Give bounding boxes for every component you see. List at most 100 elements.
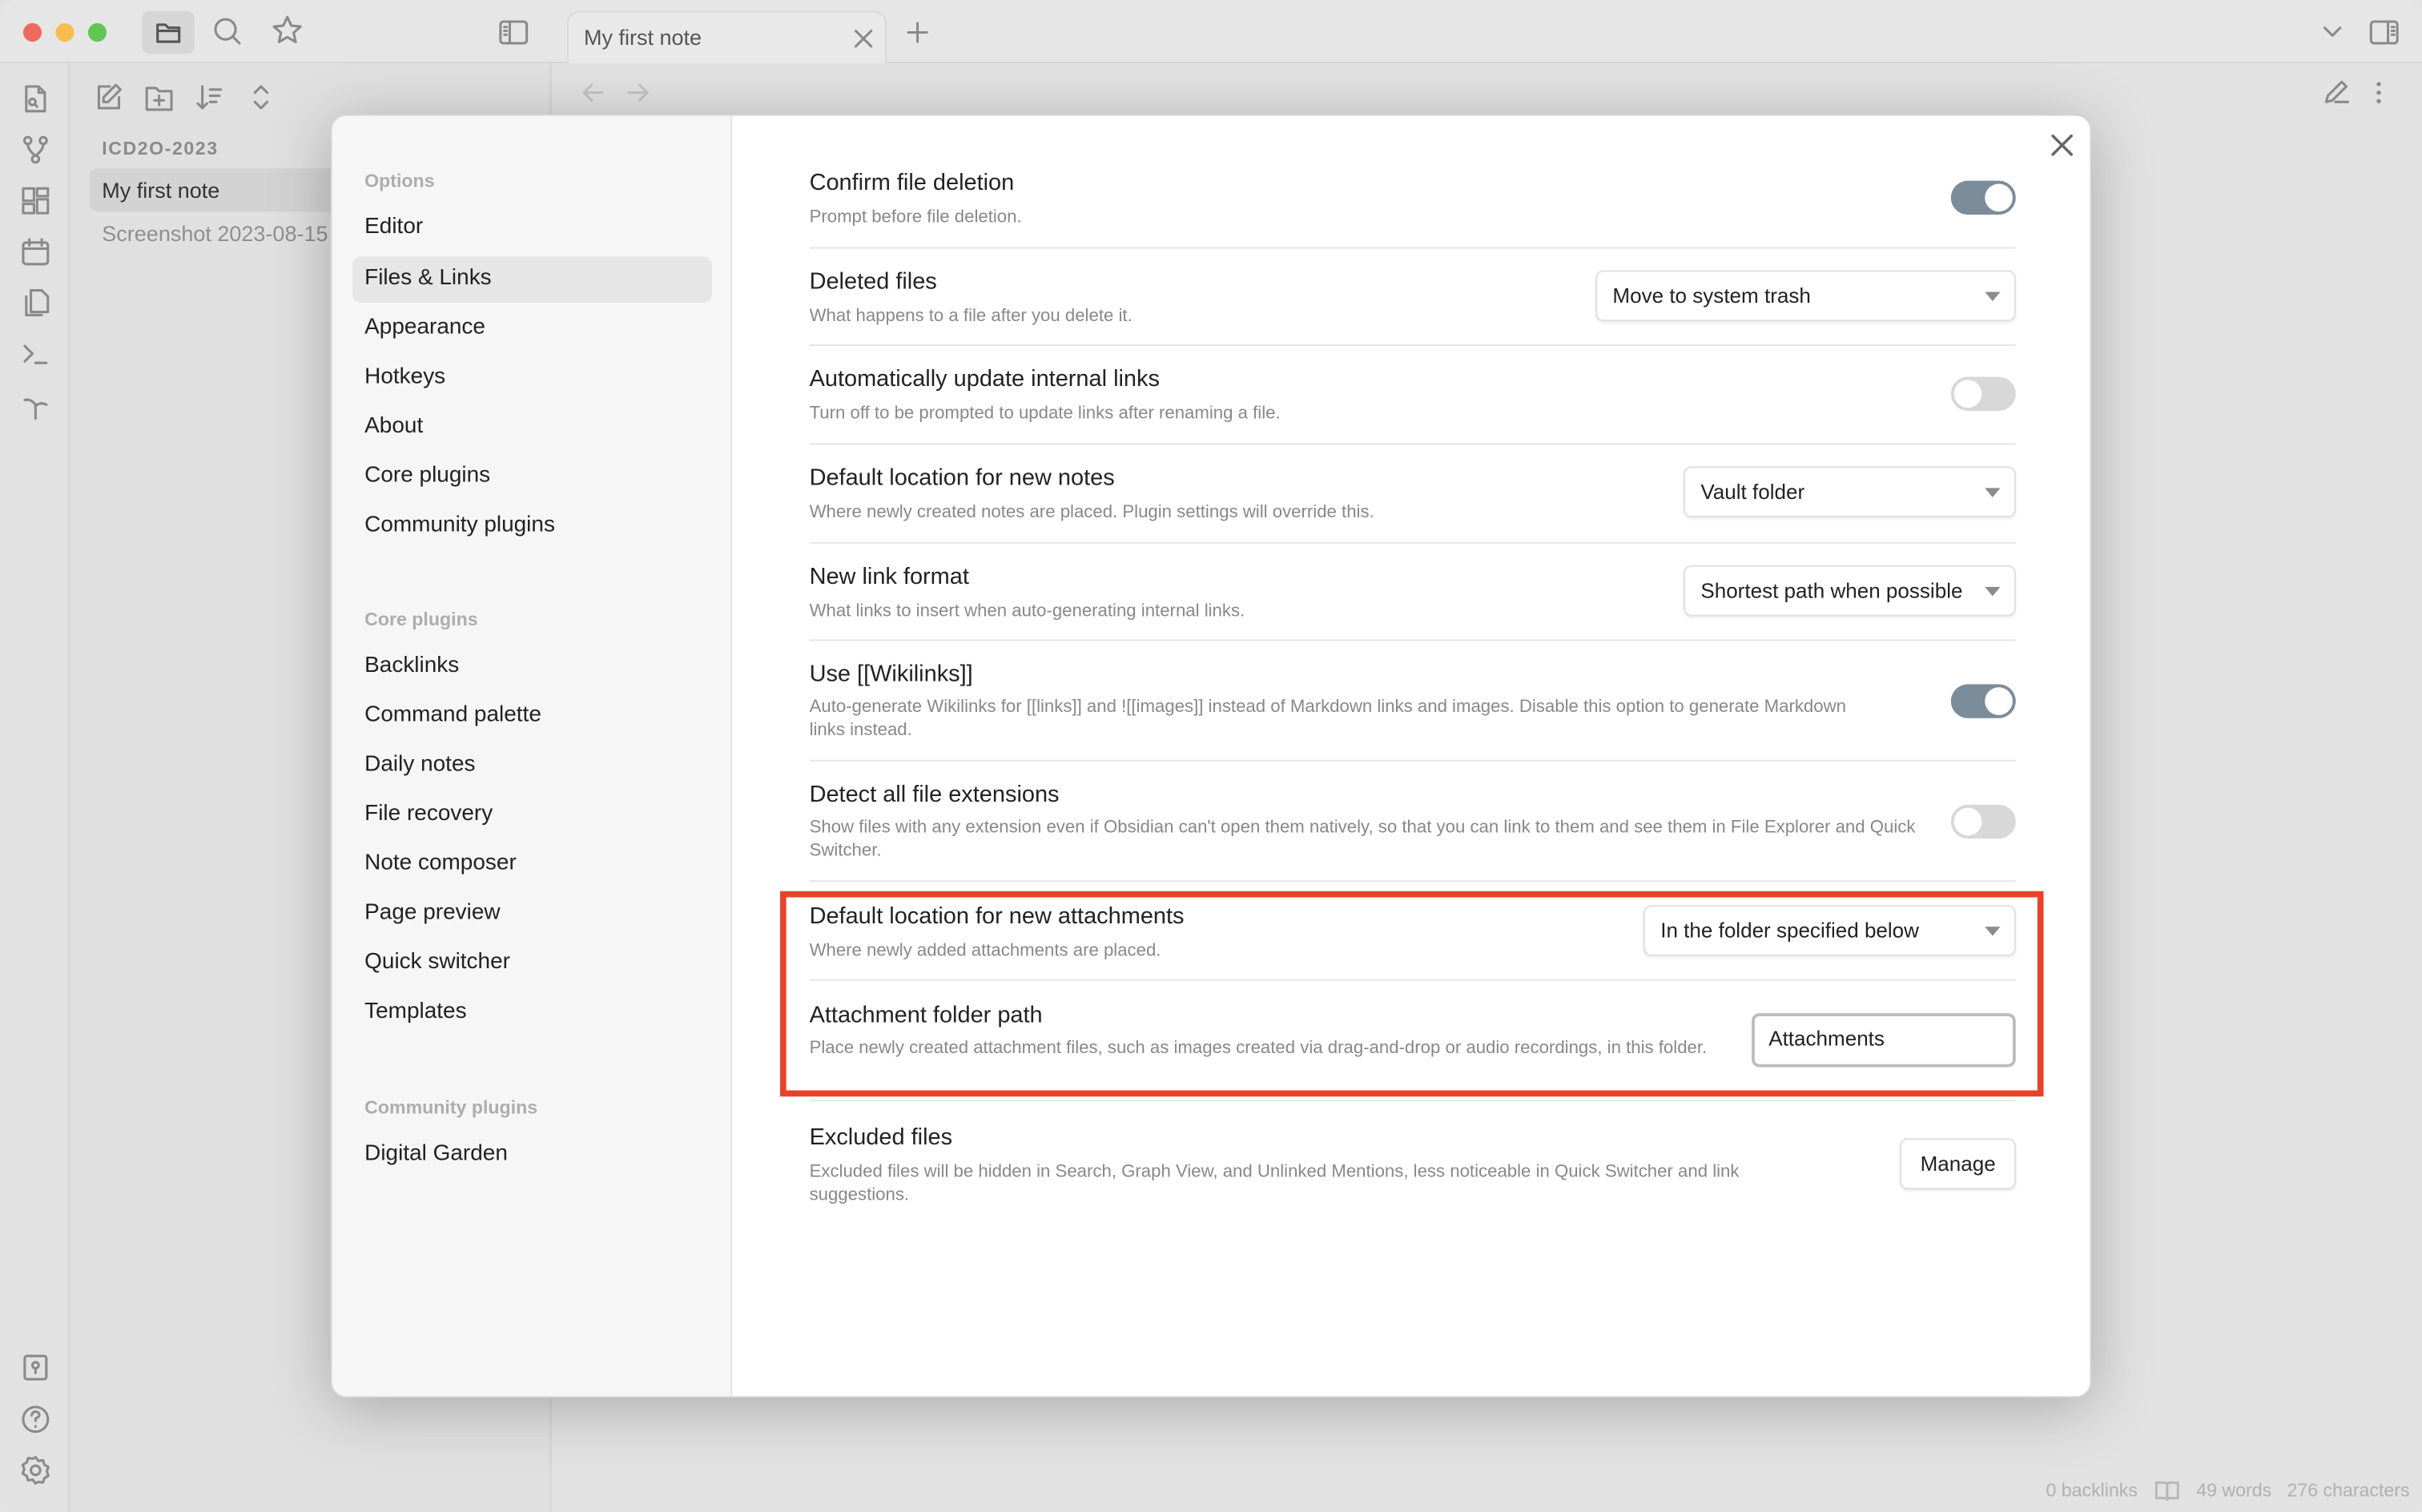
forward-arrow-icon[interactable] (626, 82, 650, 103)
new-link-format-dropdown[interactable]: Shortest path when possible (1684, 565, 2016, 617)
collapse-icon[interactable] (244, 80, 278, 114)
plus-icon[interactable] (905, 20, 930, 45)
character-count: 276 characters (2287, 1479, 2410, 1502)
manage-excluded-files-button[interactable]: Manage (1900, 1138, 2016, 1189)
sort-icon[interactable] (193, 80, 227, 114)
star-icon (272, 15, 302, 43)
nav-item-file-recovery[interactable]: File recovery (352, 792, 712, 838)
dropdown-value: Move to system trash (1612, 284, 1811, 308)
toggle-knob (1953, 380, 1982, 408)
vault-icon[interactable] (18, 1351, 52, 1385)
setting-deleted-files: Deleted files What happens to a file aft… (809, 247, 2016, 344)
tab-my-first-note[interactable]: My first note (566, 10, 887, 64)
search-tab-button[interactable] (210, 14, 243, 47)
new-note-icon[interactable] (91, 80, 125, 114)
setting-desc: Excluded files will be hidden in Search,… (809, 1163, 1740, 1205)
setting-name: Default location for new notes (809, 464, 1115, 492)
setting-desc: What happens to a file after you delete … (809, 307, 1133, 326)
nav-item-command-palette[interactable]: Command palette (352, 694, 712, 740)
setting-name: Deleted files (809, 268, 937, 296)
setting-desc: Where newly created notes are placed. Pl… (809, 503, 1374, 522)
toggle-knob (1953, 807, 1982, 836)
left-sidebar-toggle[interactable] (497, 17, 531, 48)
setting-name: Confirm file deletion (809, 170, 1015, 196)
close-icon[interactable] (2046, 130, 2078, 161)
setting-name: New link format (809, 563, 969, 590)
graph-icon[interactable] (18, 133, 52, 167)
nav-item-files-links[interactable]: Files & Links (352, 256, 713, 303)
setting-name: Detect all file extensions (809, 781, 1060, 808)
bookmarks-tab-button[interactable] (269, 12, 306, 49)
right-sidebar-toggle-icon[interactable] (2368, 17, 2401, 48)
setting-desc: Turn off to be prompted to update links … (809, 404, 1281, 424)
calendar-icon[interactable] (18, 235, 52, 268)
auto-update-links-toggle[interactable] (1950, 376, 2016, 411)
nav-item-page-preview[interactable]: Page preview (352, 891, 712, 938)
file-explorer-tab-button[interactable] (142, 10, 195, 54)
nav-item-editor[interactable]: Editor (352, 205, 712, 251)
nav-item-digital-garden[interactable]: Digital Garden (352, 1132, 712, 1179)
new-folder-icon[interactable] (142, 80, 175, 114)
dropdown-value: Vault folder (1700, 480, 1805, 504)
setting-auto-update-links: Automatically update internal links Turn… (809, 344, 2016, 443)
setting-desc: Prompt before file deletion. (809, 208, 1022, 227)
word-count: 49 words (2196, 1479, 2272, 1502)
nav-item-hotkeys[interactable]: Hotkeys (352, 356, 712, 402)
status-bar: 0 backlinks 49 words 276 characters (2046, 1478, 2409, 1503)
chevron-down-icon[interactable] (2320, 22, 2345, 43)
setting-name: Automatically update internal links (809, 366, 1160, 392)
setting-desc: Auto-generate Wikilinks for [[links]] an… (809, 698, 1846, 740)
caret-down-icon (1985, 586, 2001, 597)
nav-item-daily-notes[interactable]: Daily notes (352, 743, 712, 790)
caret-down-icon (1985, 292, 2001, 302)
nav-item-appearance[interactable]: Appearance (352, 306, 712, 352)
copy-icon[interactable] (18, 286, 52, 320)
setting-name: Excluded files (809, 1124, 953, 1151)
nav-heading-community-plugins: Community plugins (364, 1096, 538, 1119)
settings-icon[interactable] (18, 1454, 52, 1487)
nav-item-note-composer[interactable]: Note composer (352, 842, 712, 888)
setting-default-location-notes: Default location for new notes Where new… (809, 443, 2016, 541)
tab-title: My first note (583, 24, 702, 50)
sprout-icon[interactable] (18, 388, 52, 421)
help-icon[interactable] (18, 1402, 52, 1436)
setting-detect-file-extensions: Detect all file extensions Show files wi… (809, 759, 2016, 880)
canvas-icon[interactable] (18, 183, 52, 217)
more-options-icon[interactable] (2368, 78, 2389, 107)
terminal-icon[interactable] (18, 336, 52, 370)
setting-desc: Show files with any extension even if Ob… (809, 818, 1916, 861)
title-bar: My first note (0, 0, 2422, 64)
nav-item-core-plugins[interactable]: Core plugins (352, 454, 712, 501)
detect-file-extensions-toggle[interactable] (1950, 804, 2016, 839)
sidebar-toggle-icon (499, 20, 529, 45)
maximize-window-button[interactable] (87, 22, 107, 42)
nav-item-about[interactable]: About (352, 404, 712, 451)
nav-item-quick-switcher[interactable]: Quick switcher (352, 940, 712, 987)
confirm-file-deletion-toggle[interactable] (1950, 180, 2016, 215)
nav-item-backlinks[interactable]: Backlinks (352, 644, 712, 690)
setting-name: Use [[Wikilinks]] (809, 661, 973, 688)
settings-modal: Options Editor Files & Links Appearance … (330, 114, 2092, 1398)
nav-item-templates[interactable]: Templates (352, 990, 712, 1036)
file-search-icon[interactable] (18, 82, 52, 115)
back-arrow-icon[interactable] (581, 82, 606, 103)
nav-item-community-plugins[interactable]: Community plugins (352, 504, 712, 550)
obsidian-window: My first note ICD2O-2023 My first note S… (0, 0, 2422, 1512)
nav-heading-core-plugins: Core plugins (364, 608, 478, 630)
left-ribbon (0, 63, 70, 1512)
search-icon (214, 18, 241, 45)
deleted-files-dropdown[interactable]: Move to system trash (1595, 270, 2016, 322)
backlinks-count[interactable]: 0 backlinks (2046, 1480, 2138, 1502)
setting-excluded-files: Excluded files Excluded files will be hi… (809, 1100, 2016, 1223)
setting-use-wikilinks: Use [[Wikilinks]] Auto-generate Wikilink… (809, 639, 2016, 759)
setting-desc: What links to insert when auto-generatin… (809, 602, 1245, 621)
nav-heading-options: Options (364, 170, 435, 192)
minimize-window-button[interactable] (55, 22, 74, 42)
close-window-button[interactable] (22, 22, 42, 42)
use-wikilinks-toggle[interactable] (1950, 684, 2016, 718)
vault-name: ICD2O-2023 (102, 137, 219, 159)
default-location-notes-dropdown[interactable]: Vault folder (1684, 466, 2016, 518)
close-tab-icon[interactable] (853, 28, 875, 50)
edit-pencil-icon[interactable] (2322, 78, 2353, 107)
reading-view-icon[interactable] (2153, 1478, 2181, 1503)
